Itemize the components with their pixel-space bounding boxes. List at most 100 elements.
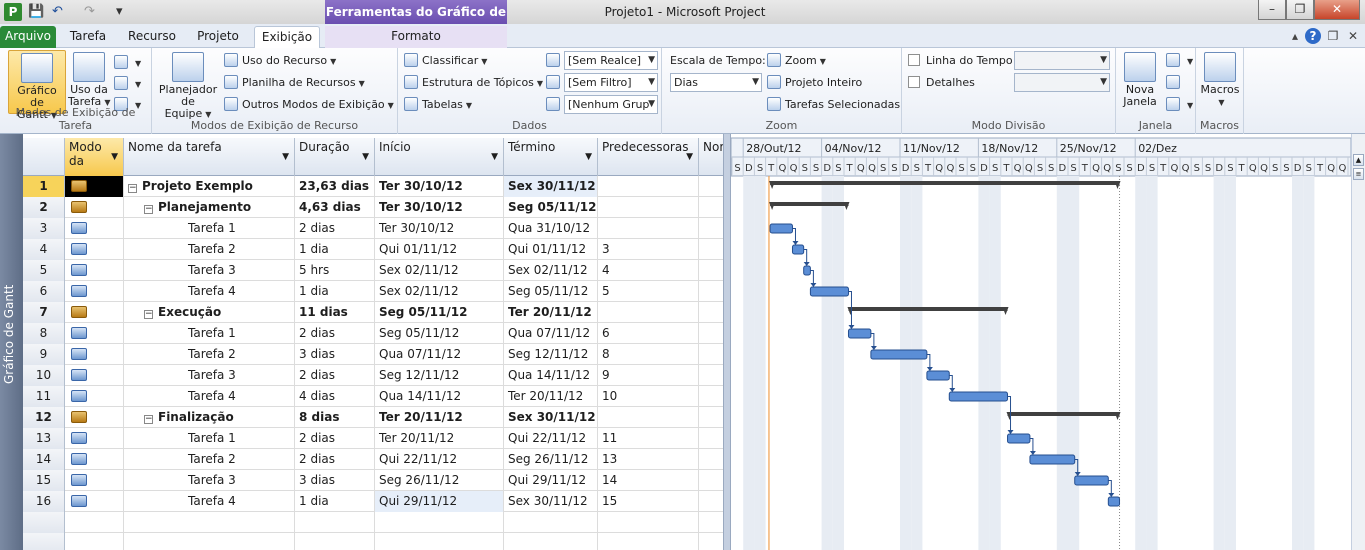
task-bar[interactable] (1007, 433, 1031, 444)
new-window-button[interactable]: Nova Janela (1118, 50, 1162, 114)
start-cell[interactable] (375, 512, 504, 533)
finish-cell[interactable] (504, 512, 598, 533)
tab-recurso[interactable]: Recurso (122, 26, 182, 48)
duration-cell[interactable]: 4,63 dias (295, 197, 375, 218)
collapse-toggle-icon[interactable]: − (144, 205, 153, 214)
row-id-cell[interactable]: 6 (23, 281, 65, 302)
predecessors-cell[interactable] (598, 197, 699, 218)
close-window-button[interactable]: ✕ (1314, 0, 1360, 20)
start-cell[interactable]: Sex 02/11/12 (375, 281, 504, 302)
row-id-cell[interactable]: 5 (23, 260, 65, 281)
task-mode-cell[interactable] (65, 323, 124, 344)
task-mode-cell[interactable] (65, 491, 124, 512)
finish-cell[interactable]: Sex 30/11/12 (504, 407, 598, 428)
row-id-cell[interactable]: 9 (23, 344, 65, 365)
timeline-checkbox[interactable]: Linha do Tempo (908, 52, 1013, 70)
gantt-chart-button[interactable]: Gráfico de Gantt ▼ (8, 50, 66, 121)
tab-tarefa[interactable]: Tarefa (62, 26, 114, 48)
tab-formato[interactable]: Formato (325, 26, 507, 48)
view-bar[interactable]: Gráfico de Gantt (0, 134, 23, 550)
other-resource-views-button[interactable]: Outros Modos de Exibição ▼ (224, 95, 394, 114)
task-bar[interactable] (791, 244, 805, 255)
finish-cell[interactable]: Qui 22/11/12 (504, 428, 598, 449)
duration-cell[interactable] (295, 512, 375, 533)
duration-cell[interactable]: 2 dias (295, 218, 375, 239)
tab-arquivo[interactable]: Arquivo (0, 26, 56, 48)
duration-cell[interactable]: 4 dias (295, 386, 375, 407)
duration-cell[interactable]: 2 dias (295, 323, 375, 344)
finish-cell[interactable] (504, 533, 598, 550)
maximize-button[interactable]: ❐ (1286, 0, 1314, 20)
finish-cell[interactable]: Qua 14/11/12 (504, 365, 598, 386)
finish-cell[interactable]: Seg 26/11/12 (504, 449, 598, 470)
duration-cell[interactable] (295, 533, 375, 550)
table-row[interactable]: 15 Tarefa 3 3 dias Seg 26/11/12 Qui 29/11/12… (23, 470, 723, 491)
task-mode-cell[interactable] (65, 176, 124, 197)
scroll-up-icon[interactable]: ▲ (1353, 154, 1364, 166)
task-mode-cell[interactable] (65, 533, 124, 550)
predecessors-cell[interactable] (598, 533, 699, 550)
row-id-cell[interactable]: 14 (23, 449, 65, 470)
resource-usage-button[interactable]: Uso do Recurso ▼ (224, 51, 336, 70)
predecessors-cell[interactable]: 6 (598, 323, 699, 344)
task-name-cell[interactable]: − Planejamento (124, 197, 295, 218)
column-header-predecessors[interactable]: Predecessoras ▼ (598, 138, 699, 176)
predecessors-cell[interactable]: 10 (598, 386, 699, 407)
duration-cell[interactable]: 8 dias (295, 407, 375, 428)
tables-button[interactable]: Tabelas ▼ (404, 95, 472, 114)
outline-button[interactable]: Estrutura de Tópicos ▼ (404, 73, 543, 92)
calendar-view-button[interactable]: ▼ (114, 74, 141, 93)
column-header-name[interactable]: Nome da tarefa ▼ (124, 138, 295, 176)
resource-names-cell[interactable] (699, 218, 723, 239)
column-header-resource-names[interactable]: Nom (699, 138, 723, 176)
row-id-cell[interactable]: 16 (23, 491, 65, 512)
predecessors-cell[interactable] (598, 407, 699, 428)
zoom-button[interactable]: Zoom ▼ (767, 51, 826, 70)
summary-bar[interactable] (770, 202, 849, 206)
collapse-ribbon-icon[interactable]: ▴ (1287, 28, 1303, 44)
column-header-start[interactable]: Início ▼ (375, 138, 504, 176)
task-name-cell[interactable]: − Projeto Exemplo (124, 176, 295, 197)
task-name-cell[interactable]: Tarefa 4 (124, 491, 295, 512)
task-bar[interactable] (769, 223, 793, 234)
duration-cell[interactable]: 1 dia (295, 239, 375, 260)
predecessors-cell[interactable] (598, 176, 699, 197)
table-row[interactable]: 6 Tarefa 4 1 dia Sex 02/11/12 Seg 05/11/12 5 (23, 281, 723, 302)
row-id-cell[interactable]: 1 (23, 176, 65, 197)
finish-cell[interactable]: Seg 05/11/12 (504, 281, 598, 302)
task-name-cell[interactable]: Tarefa 1 (124, 428, 295, 449)
task-name-cell[interactable] (124, 533, 295, 550)
start-cell[interactable]: Qui 01/11/12 (375, 239, 504, 260)
resource-names-cell[interactable] (699, 533, 723, 550)
row-id-cell[interactable]: 13 (23, 428, 65, 449)
vertical-scrollbar[interactable]: ▲ ≡ (1351, 134, 1365, 550)
finish-cell[interactable]: Ter 20/11/12 (504, 302, 598, 323)
task-mode-cell[interactable] (65, 470, 124, 491)
start-cell[interactable]: Ter 20/11/12 (375, 428, 504, 449)
task-name-cell[interactable]: Tarefa 4 (124, 281, 295, 302)
arrange-all-button[interactable] (1166, 73, 1184, 92)
start-cell[interactable]: Seg 26/11/12 (375, 470, 504, 491)
highlight-select[interactable]: [Sem Realce] ▼ (564, 51, 658, 70)
task-mode-cell[interactable] (65, 281, 124, 302)
details-checkbox[interactable]: Detalhes (908, 74, 975, 92)
empty-table-row[interactable] (23, 533, 723, 550)
resource-names-cell[interactable] (699, 323, 723, 344)
scroll-thumb[interactable]: ≡ (1353, 168, 1364, 180)
row-id-cell[interactable]: 10 (23, 365, 65, 386)
resource-names-cell[interactable] (699, 239, 723, 260)
redo-icon[interactable]: ↷ (84, 3, 95, 21)
finish-cell[interactable]: Qui 29/11/12 (504, 470, 598, 491)
resource-names-cell[interactable] (699, 344, 723, 365)
finish-cell[interactable]: Qua 07/11/12 (504, 323, 598, 344)
resource-names-cell[interactable] (699, 365, 723, 386)
task-name-cell[interactable]: Tarefa 3 (124, 365, 295, 386)
start-cell[interactable]: Sex 02/11/12 (375, 260, 504, 281)
collapse-toggle-icon[interactable]: − (128, 184, 137, 193)
table-row[interactable]: 5 Tarefa 35 hrs Sex 02/11/12 Sex 02/11/12 4 (23, 260, 723, 281)
chevron-down-icon[interactable]: ▼ (491, 150, 498, 164)
resource-names-cell[interactable] (699, 512, 723, 533)
duration-cell[interactable]: 1 dia (295, 491, 375, 512)
resource-names-cell[interactable] (699, 281, 723, 302)
task-mode-cell[interactable] (65, 407, 124, 428)
